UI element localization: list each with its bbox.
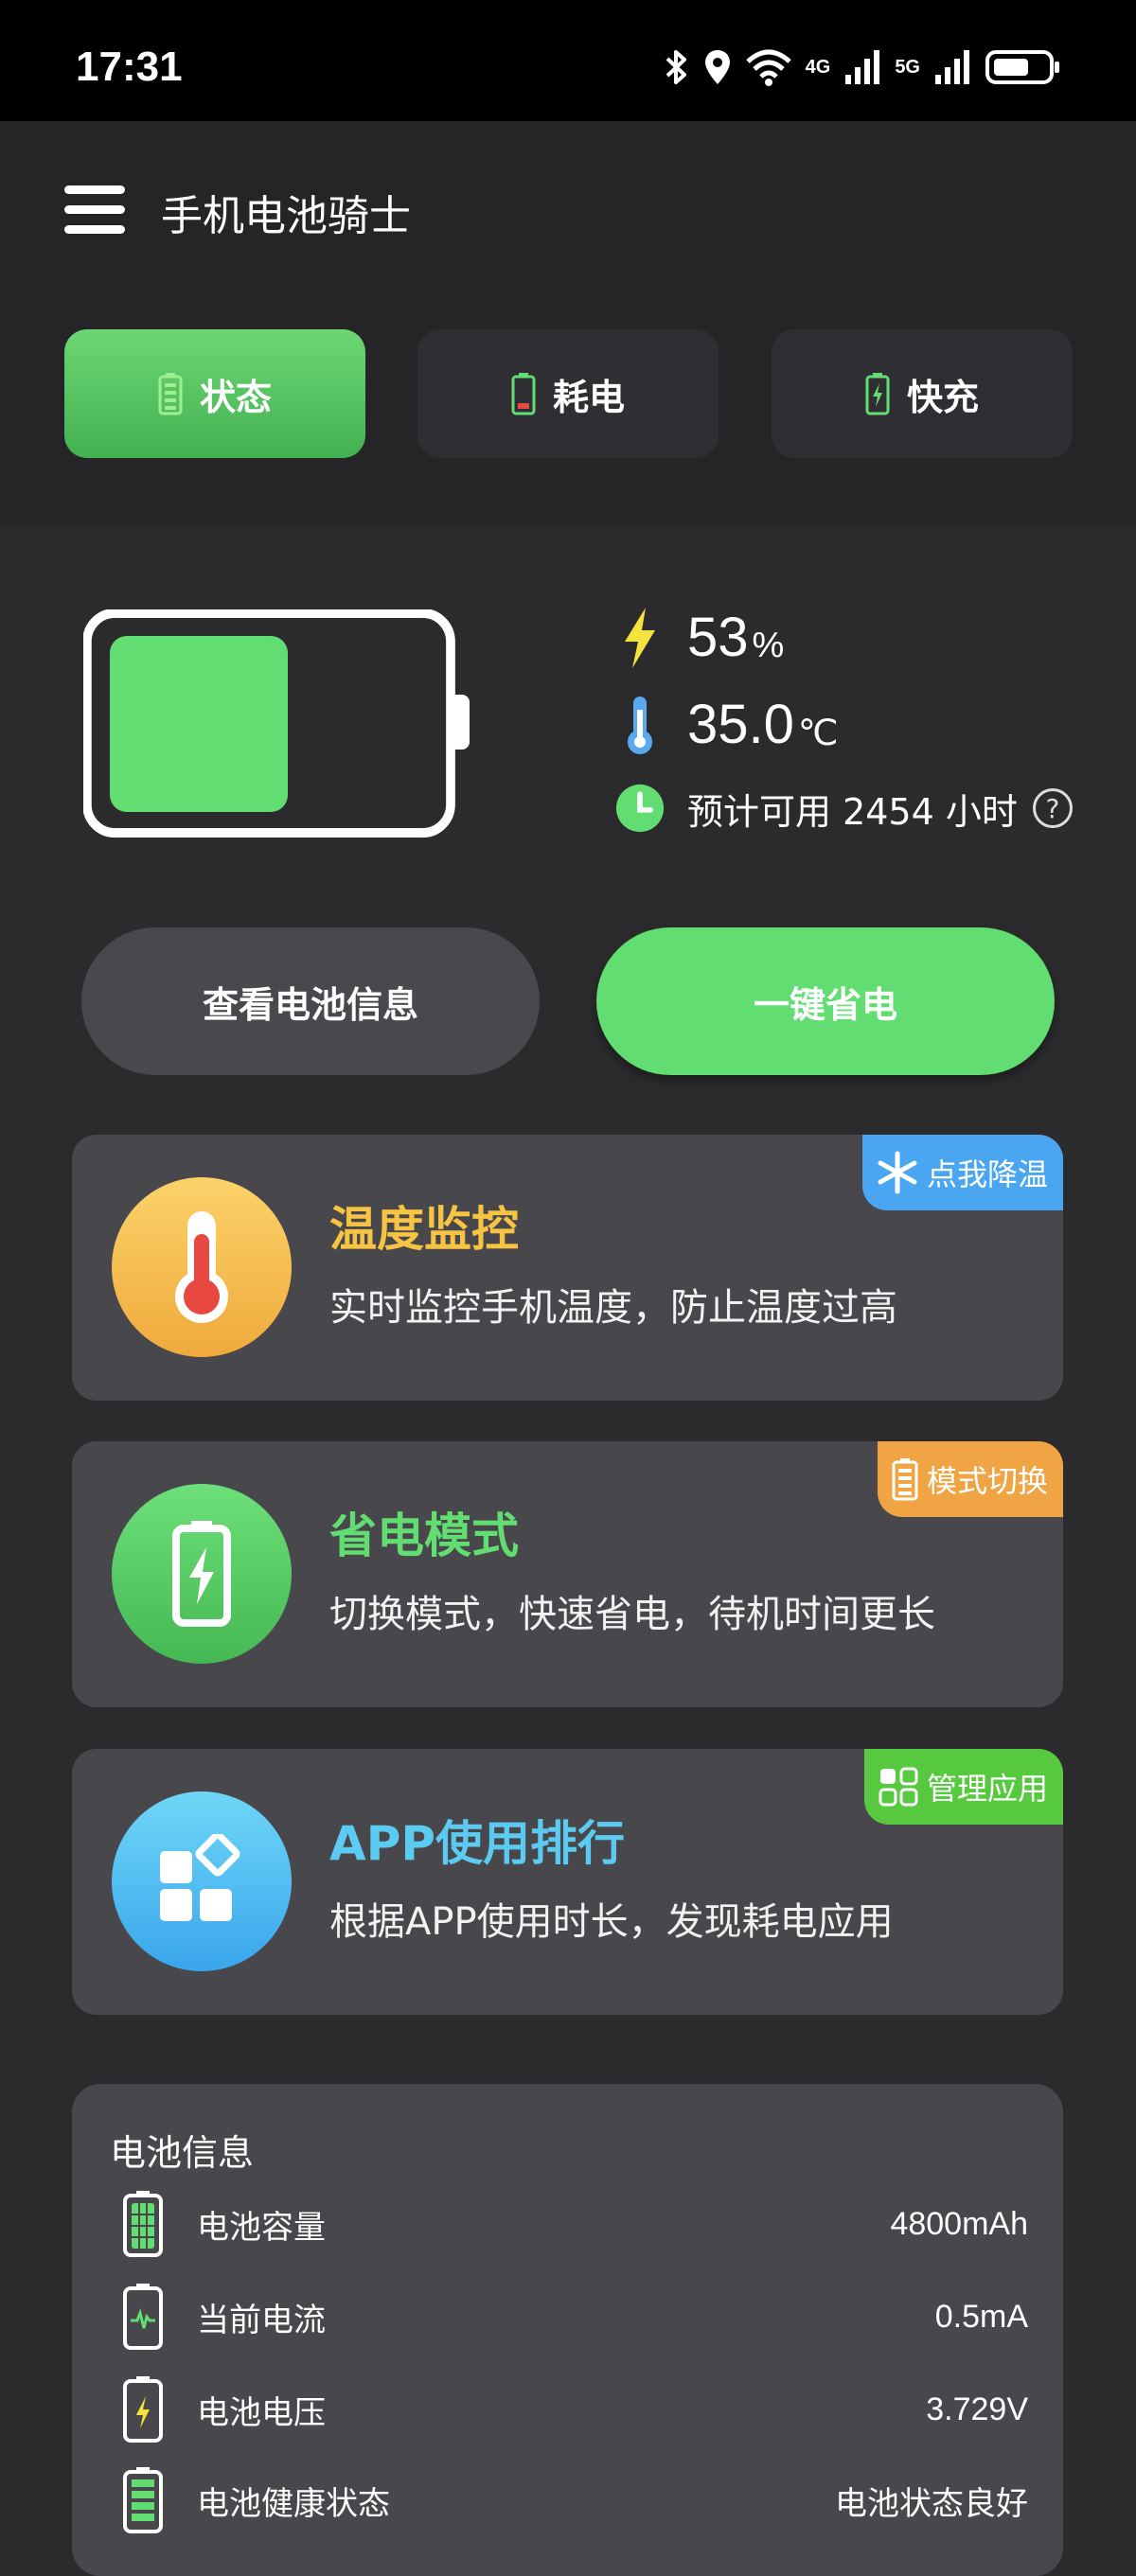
thermometer-icon: [615, 695, 665, 755]
battery-health-icon: [119, 2465, 167, 2535]
card-desc: 根据APP使用时长，发现耗电应用: [329, 1900, 894, 1944]
battery-voltage-icon: [119, 2374, 167, 2444]
power-saving-card-icon: [112, 1484, 292, 1664]
estimate-row: 预计可用 2454 小时 ?: [615, 778, 1073, 838]
location-icon: [704, 50, 730, 84]
info-label: 电池容量: [197, 2208, 326, 2247]
info-row-voltage: 电池电压 3.729V: [119, 2372, 1028, 2447]
tab-charge[interactable]: 快充: [772, 329, 1073, 458]
battery-level-unit: %: [752, 626, 785, 665]
card-title: APP使用排行: [329, 1816, 625, 1871]
mode-switch-badge[interactable]: 模式切换: [877, 1441, 1063, 1517]
one-click-save-button[interactable]: 一键省电: [596, 927, 1055, 1075]
cool-down-badge[interactable]: 点我降温: [861, 1135, 1063, 1210]
info-value: 3.729V: [926, 2391, 1028, 2427]
temperature-unit: ℃: [797, 714, 839, 753]
info-row-capacity: 电池容量 4800mAh: [119, 2186, 1028, 2262]
app-title: 手机电池骑士: [161, 192, 411, 240]
tab-charge-label: 快充: [906, 376, 979, 418]
snowflake-icon: [878, 1151, 917, 1194]
battery-capacity-icon: [119, 2189, 167, 2259]
app-usage-ranking-card[interactable]: APP使用排行 根据APP使用时长，发现耗电应用 管理应用: [72, 1749, 1063, 2015]
battery-mode-icon: [892, 1458, 918, 1501]
signal-5g-icon: [935, 50, 969, 84]
temperature-value: 35.0: [687, 694, 794, 755]
estimate-text: 预计可用 2454 小时: [687, 790, 1018, 833]
network-4g-label: 4G: [805, 57, 831, 78]
help-icon[interactable]: ?: [1032, 788, 1073, 828]
view-battery-info-button[interactable]: 查看电池信息: [81, 927, 540, 1075]
tab-status[interactable]: 状态: [64, 329, 365, 458]
badge-label: 点我降温: [926, 1156, 1048, 1192]
app-ranking-card-icon: [112, 1791, 292, 1971]
info-label: 电池电压: [197, 2393, 326, 2432]
battery-icon: [985, 50, 1059, 84]
power-saving-card[interactable]: 省电模式 切换模式，快速省电，待机时间更长 模式切换: [72, 1441, 1063, 1707]
badge-label: 管理应用: [926, 1771, 1048, 1807]
tab-status-label: 状态: [199, 376, 272, 418]
battery-drain-icon: [511, 373, 536, 415]
card-desc: 切换模式，快速省电，待机时间更长: [329, 1593, 935, 1636]
info-label: 当前电流: [197, 2301, 326, 2339]
status-bar: 17:31 4G 5G: [0, 0, 1136, 121]
apps-grid-icon: [879, 1767, 918, 1807]
status-time: 17:31: [76, 44, 183, 90]
clock-icon: [615, 778, 665, 838]
tab-drain-label: 耗电: [552, 376, 625, 418]
tab-drain[interactable]: 耗电: [417, 329, 719, 458]
battery-info-panel: 电池信息 电池容量 4800mAh 当前电流 0.5mA 电池电压 3.729V…: [72, 2084, 1063, 2576]
temperature-row: 35.0 ℃: [615, 693, 839, 756]
battery-fill: [110, 636, 288, 812]
lightning-icon: [615, 607, 665, 668]
info-row-health: 电池健康状态 电池状态良好: [119, 2462, 1028, 2538]
menu-icon[interactable]: [64, 185, 125, 235]
card-desc: 实时监控手机温度，防止温度过高: [329, 1286, 897, 1330]
info-value: 电池状态良好: [835, 2485, 1028, 2522]
badge-label: 模式切换: [926, 1463, 1048, 1499]
battery-graphic: [83, 609, 470, 838]
battery-status-icon: [158, 373, 183, 415]
temperature-monitor-card[interactable]: 温度监控 实时监控手机温度，防止温度过高 点我降温: [72, 1135, 1063, 1401]
network-5g-label: 5G: [895, 57, 920, 78]
status-icons: 4G 5G: [664, 45, 1060, 89]
card-title: 省电模式: [329, 1509, 519, 1563]
manage-apps-badge[interactable]: 管理应用: [863, 1749, 1063, 1825]
info-value: 0.5mA: [934, 2298, 1028, 2335]
card-title: 温度监控: [329, 1202, 519, 1257]
battery-charge-icon: [865, 373, 890, 415]
wifi-icon: [745, 49, 791, 86]
battery-current-icon: [119, 2282, 167, 2352]
battery-info-heading: 电池信息: [110, 2132, 255, 2174]
info-row-current: 当前电流 0.5mA: [119, 2279, 1028, 2355]
battery-level: 53: [687, 607, 749, 668]
battery-level-row: 53 %: [615, 606, 784, 669]
info-label: 电池健康状态: [197, 2484, 390, 2523]
temperature-card-icon: [112, 1177, 292, 1357]
info-value: 4800mAh: [890, 2205, 1028, 2242]
signal-4g-icon: [845, 50, 880, 84]
bluetooth-icon: [666, 50, 686, 84]
